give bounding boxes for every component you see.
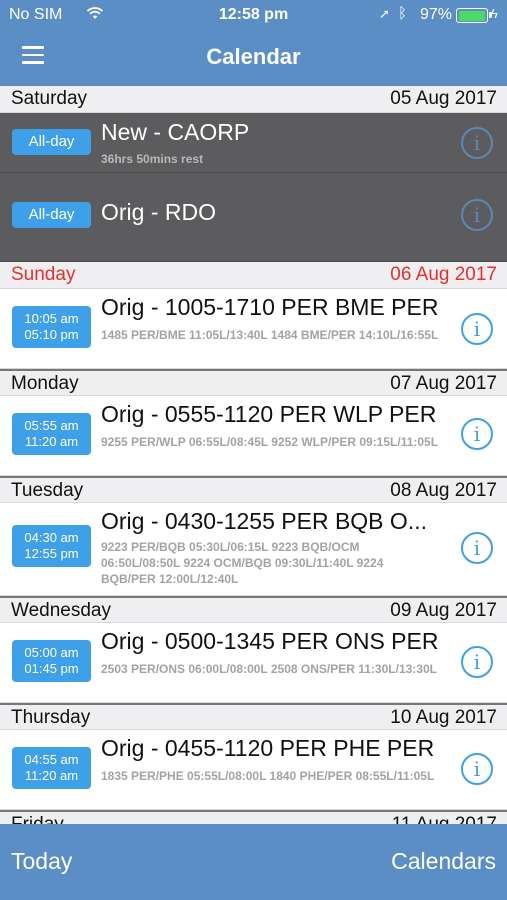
day-date: 09 Aug 2017 [390,600,497,621]
day-header-tuesday: Tuesday 08 Aug 2017 [0,476,507,503]
day-header-wednesday: Wednesday 09 Aug 2017 [0,596,507,623]
event-title: Orig - 0555-1120 PER WLP PER [101,401,437,427]
time-badge: 04:30 am 12:55 pm [12,525,91,567]
event-row[interactable]: All-day New - CAORP 36hrs 50mins rest i [0,113,507,173]
battery-icon [456,8,492,23]
event-row[interactable]: 10:05 am 05:10 pm Orig - 1005-1710 PER B… [0,289,507,369]
time-badge: 05:00 am 01:45 pm [12,640,91,682]
day-date: 08 Aug 2017 [390,480,497,501]
tab-bar: Today Calendars [0,824,507,900]
event-row[interactable]: All-day Orig - RDO i [0,173,507,262]
day-name: Thursday [11,707,91,728]
event-subtitle: 1485 PER/BME 11:05L/13:40L 1484 BME/PER … [101,328,439,342]
day-header-sunday: Sunday 06 Aug 2017 [0,262,507,289]
day-date: 11 Aug 2017 [392,814,497,824]
info-icon[interactable]: i [461,313,493,345]
event-row[interactable]: 05:55 am 11:20 am Orig - 0555-1120 PER W… [0,396,507,476]
day-header-monday: Monday 07 Aug 2017 [0,369,507,396]
event-title: Orig - 1005-1710 PER BME PER [101,294,439,320]
end-time: 11:20 am [24,768,79,783]
end-time: 11:20 am [24,434,79,449]
day-header-thursday: Thursday 10 Aug 2017 [0,703,507,730]
day-name: Friday [11,814,64,824]
status-bar: No SIM 12:58 pm ➚ ᛒ 97% ϟ [0,0,507,30]
day-date: 05 Aug 2017 [390,88,497,109]
event-row[interactable]: 04:30 am 12:55 pm Orig - 0430-1255 PER B… [0,503,507,596]
day-date: 07 Aug 2017 [390,373,497,394]
event-title: Orig - RDO [101,199,216,225]
start-time: 10:05 am [24,311,79,326]
event-row[interactable]: 04:55 am 11:20 am Orig - 0455-1120 PER P… [0,730,507,810]
bluetooth-icon: ᛒ [398,5,408,22]
start-time: 04:55 am [24,752,79,767]
time-badge: 05:55 am 11:20 am [12,413,91,455]
end-time: 05:10 pm [24,327,79,342]
nav-bar: Calendar [0,30,507,86]
event-title: Orig - 0430-1255 PER BQB O... [101,508,427,534]
day-date: 10 Aug 2017 [390,707,497,728]
day-name: Saturday [11,88,88,109]
time-badge: 04:55 am 11:20 am [12,747,91,789]
end-time: 01:45 pm [24,661,79,676]
start-time: 05:00 am [24,645,79,660]
event-row[interactable]: 05:00 am 01:45 pm Orig - 0500-1345 PER O… [0,623,507,703]
event-subtitle: 1835 PER/PHE 05:55L/08:00L 1840 PHE/PER … [101,769,435,783]
event-title: New - CAORP [101,119,250,145]
event-list[interactable]: Saturday 05 Aug 2017 All-day New - CAORP… [0,86,507,824]
start-time: 05:55 am [24,418,79,433]
battery-percent: 97% [420,6,453,23]
event-subtitle: 2503 PER/ONS 06:00L/08:00L 2508 ONS/PER … [101,662,437,676]
event-subtitle: 9223 PER/BQB 05:30L/06:15L 9223 BQB/OCM … [101,540,384,586]
info-icon[interactable]: i [461,418,493,450]
all-day-badge: All-day [12,129,91,155]
info-icon[interactable]: i [461,532,493,564]
info-icon[interactable]: i [461,199,493,231]
charging-bolt-icon: ϟ [491,6,498,21]
event-subtitle: 36hrs 50mins rest [101,152,204,166]
event-title: Orig - 0500-1345 PER ONS PER [101,628,439,654]
day-header-saturday: Saturday 05 Aug 2017 [0,86,507,113]
time-badge: 10:05 am 05:10 pm [12,306,91,348]
today-button[interactable]: Today [11,848,72,875]
day-name: Tuesday [11,480,84,501]
day-name: Monday [11,373,79,394]
end-time: 12:55 pm [24,546,79,561]
start-time: 04:30 am [24,530,79,545]
location-arrow-icon: ➚ [379,6,390,21]
day-date: 06 Aug 2017 [390,264,497,285]
calendars-button[interactable]: Calendars [391,848,496,875]
battery-fill [458,10,485,21]
event-title: Orig - 0455-1120 PER PHE PER [101,735,435,761]
page-title: Calendar [206,44,301,69]
day-name: Sunday [11,264,76,285]
info-icon[interactable]: i [461,646,493,678]
all-day-badge: All-day [12,202,91,228]
day-header-friday: Friday 11 Aug 2017 [0,810,507,824]
event-subtitle: 9255 PER/WLP 06:55L/08:45L 9252 WLP/PER … [101,435,439,449]
info-icon[interactable]: i [461,753,493,785]
info-icon[interactable]: i [461,127,493,159]
day-name: Wednesday [11,600,111,621]
